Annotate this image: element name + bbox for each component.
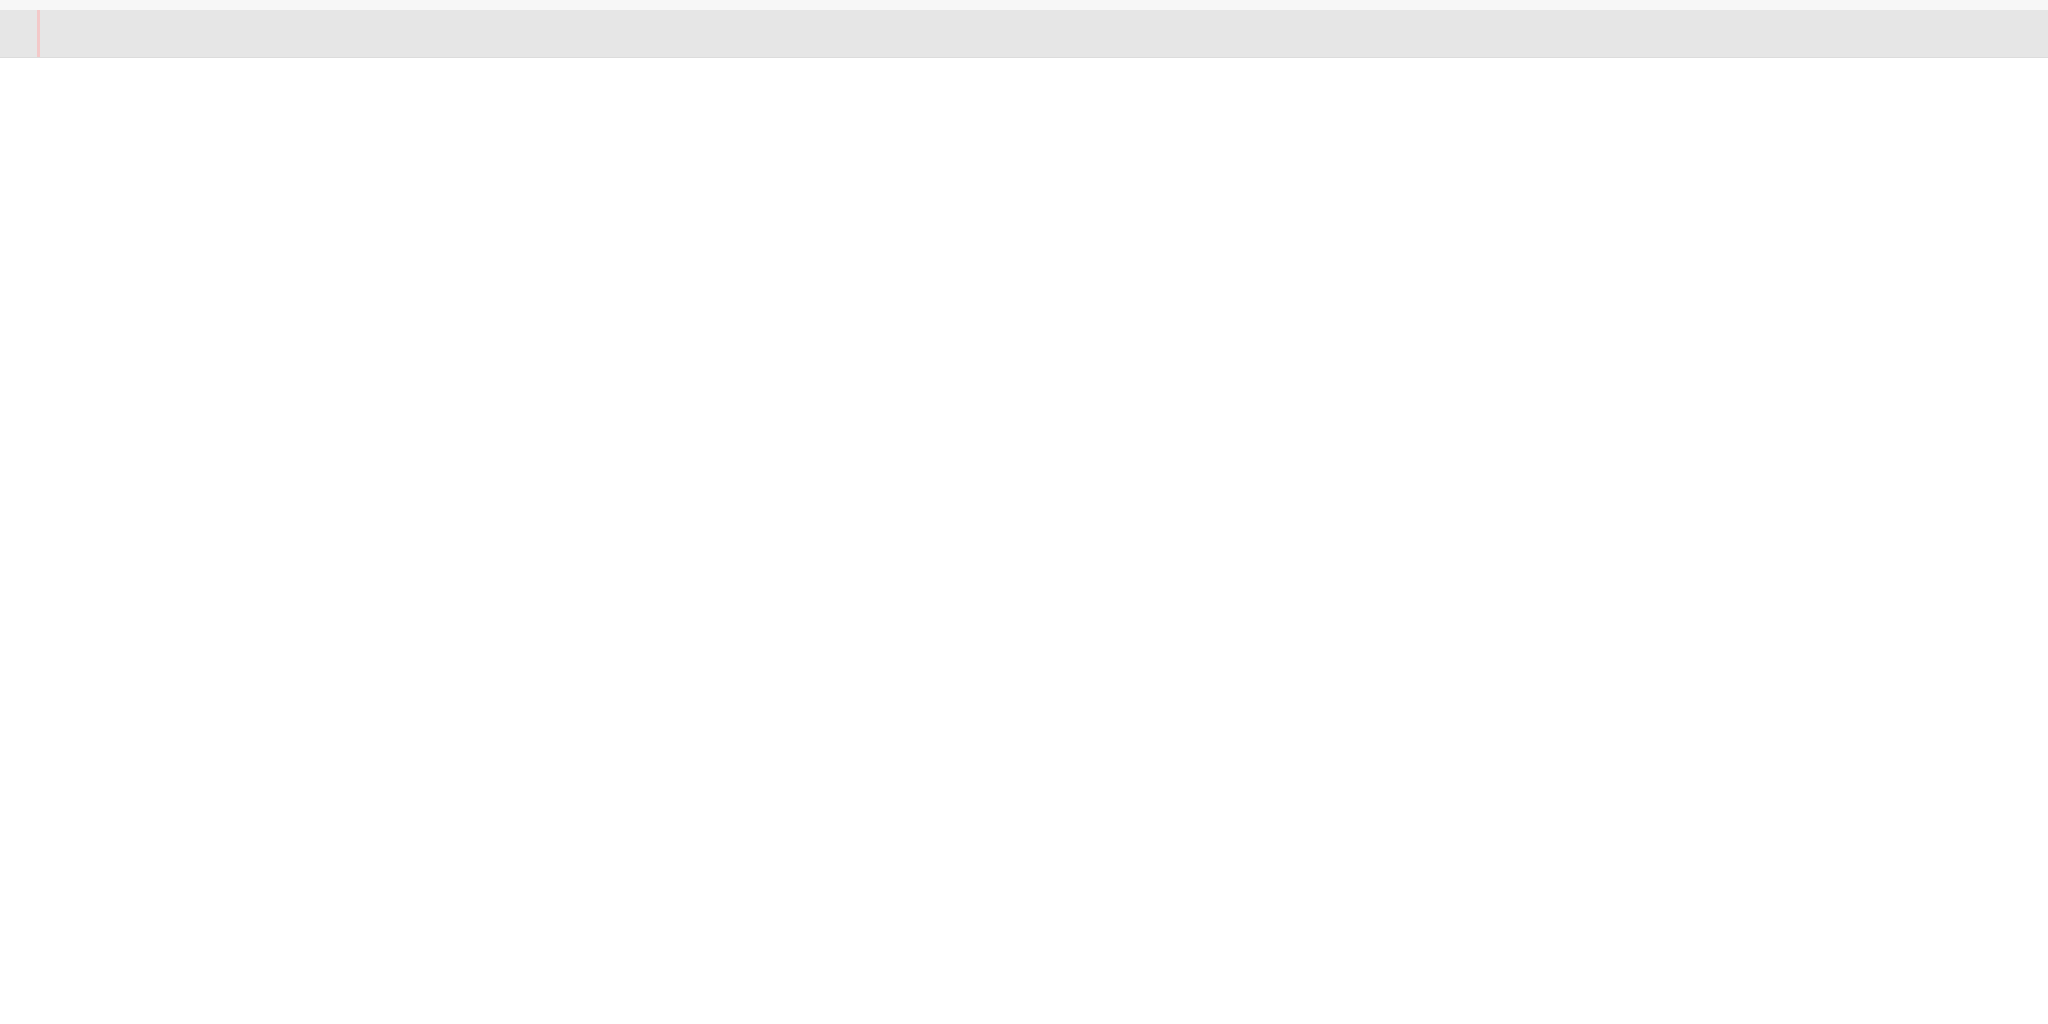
top-strip <box>0 0 2048 10</box>
edge-marker <box>37 10 40 57</box>
blank-content-area <box>0 58 2048 1024</box>
toolbar-bar <box>0 10 2048 58</box>
